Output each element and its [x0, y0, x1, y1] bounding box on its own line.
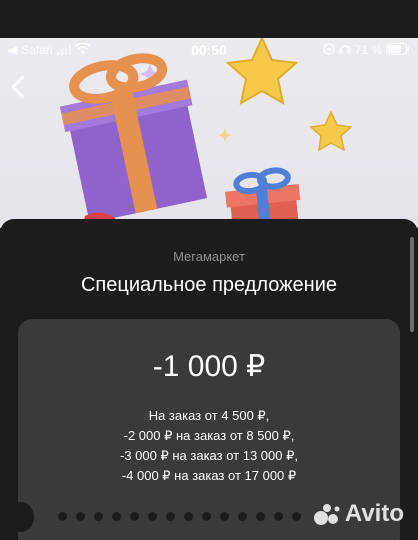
status-bar: ◀ Safari 00:50 71 %: [0, 38, 418, 62]
perforation-dot: [148, 512, 157, 521]
avito-logo-icon: [313, 504, 340, 525]
page-title: Специальное предложение: [80, 274, 338, 296]
discount-amount: -1 000 ₽: [152, 350, 266, 383]
perforation-dot: [274, 512, 283, 521]
card-notch: [8, 502, 34, 532]
perforation-dot: [58, 512, 67, 521]
seller-name: Мегамаркет: [173, 249, 245, 264]
perforation-dot: [292, 512, 301, 521]
watermark-text: Avito: [344, 500, 404, 527]
perforation-dot: [184, 512, 193, 521]
perforation-dot: [166, 512, 175, 521]
terms-line: На заказ от 4 500 ₽,: [148, 408, 270, 423]
perforation-dot: [202, 512, 211, 521]
offer-terms: На заказ от 4 500 ₽, -2 000 ₽ на заказ о…: [0, 406, 418, 486]
perforation-dot: [130, 512, 139, 521]
perforation-dot: [94, 512, 103, 521]
back-arrow-icon: [11, 75, 25, 99]
avito-watermark: Avito: [313, 500, 404, 528]
terms-line: -3 000 ₽ на заказ от 13 000 ₽,: [120, 448, 298, 463]
perforation-dot: [112, 512, 121, 521]
perforation-dots: [58, 512, 301, 521]
status-time: 00:50: [191, 42, 227, 58]
perforation-dot: [76, 512, 85, 521]
terms-line: -2 000 ₽ на заказ от 8 500 ₽,: [123, 428, 295, 443]
perforation-dot: [238, 512, 247, 521]
terms-line: -4 000 ₽ на заказ от 17 000 ₽: [121, 468, 297, 483]
back-button[interactable]: [6, 72, 32, 102]
hero-banner: [0, 38, 418, 228]
perforation-dot: [220, 512, 229, 521]
perforation-dot: [256, 512, 265, 521]
gift-illustration: [59, 38, 353, 228]
